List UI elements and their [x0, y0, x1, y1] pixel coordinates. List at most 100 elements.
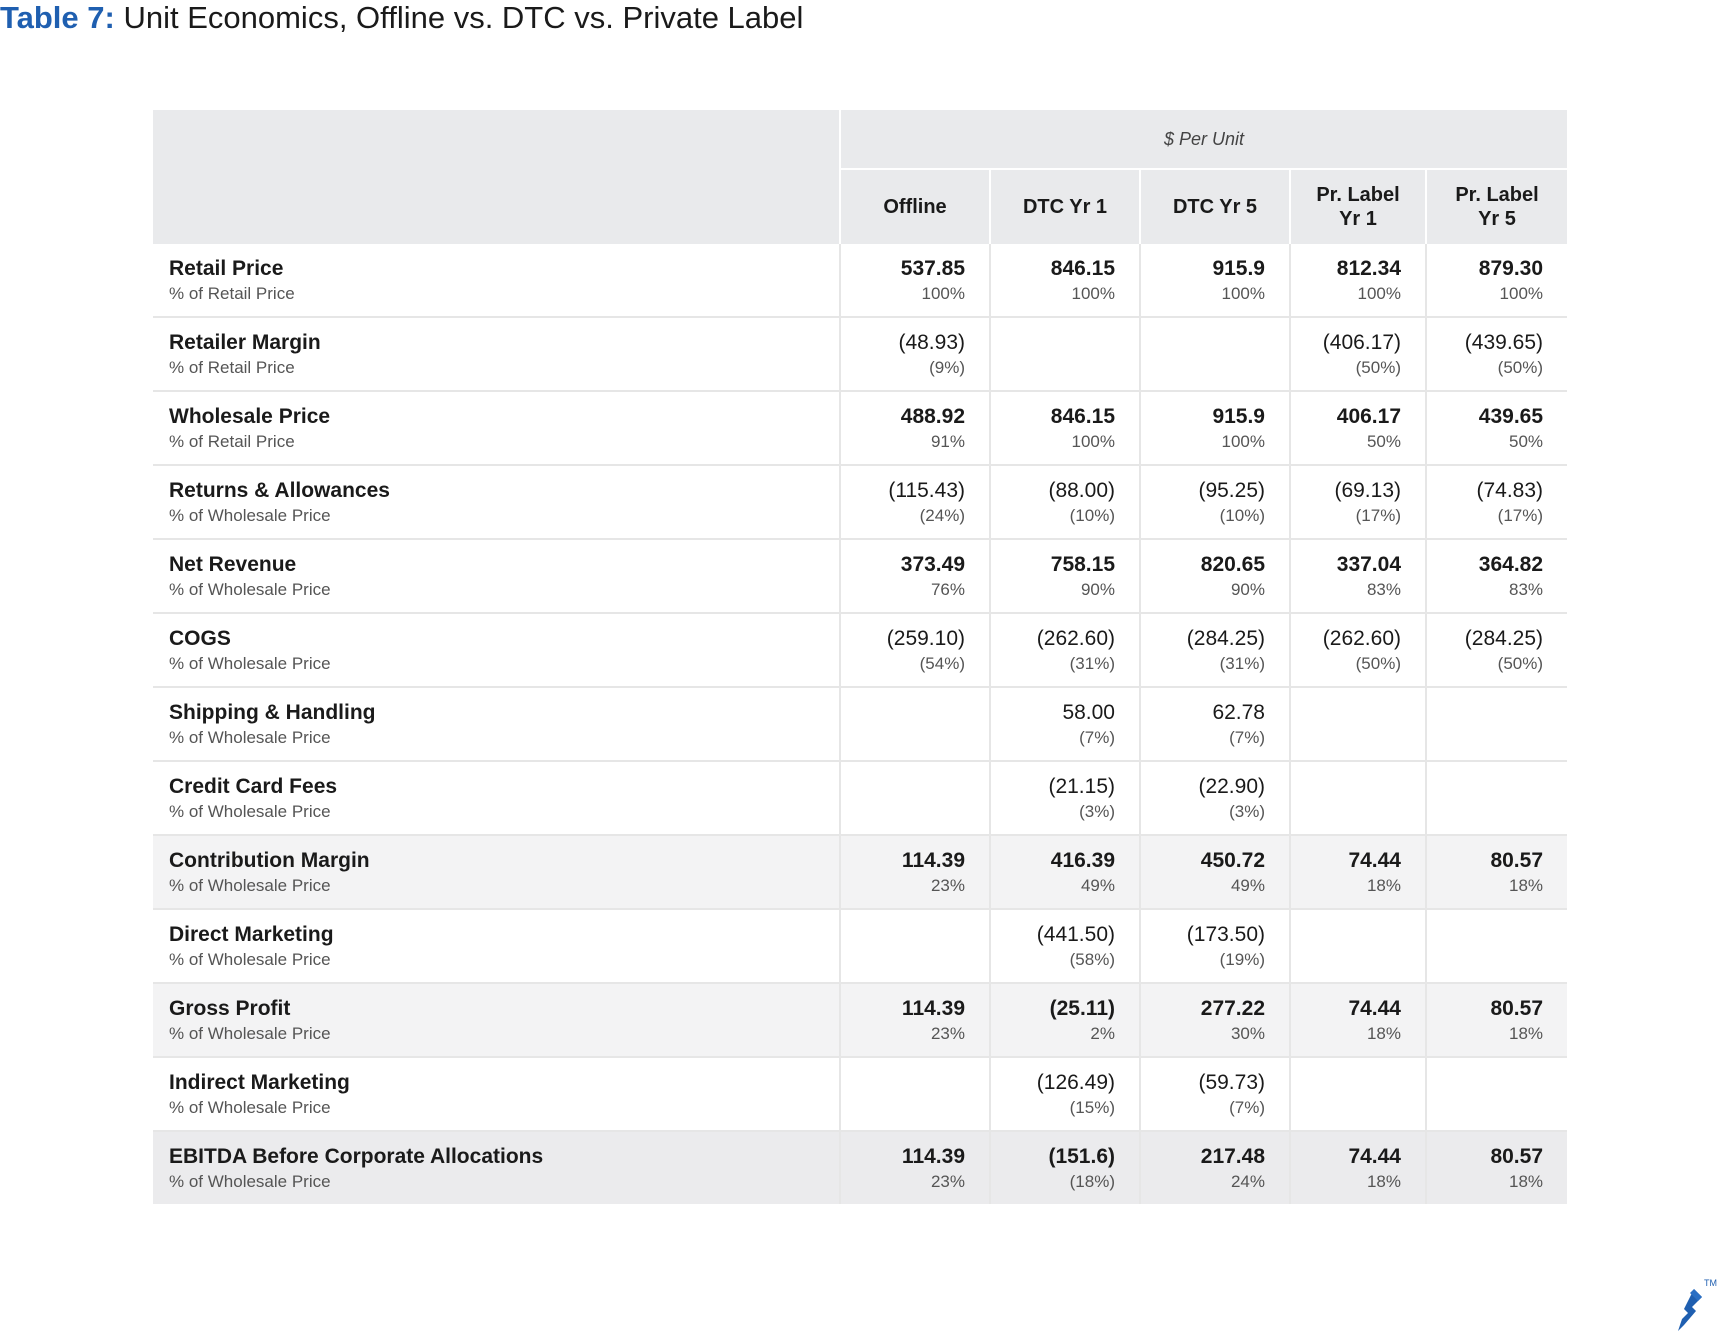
unit-economics-table: $ Per Unit Offline DTC Yr 1 DTC Yr 5 Pr. La…: [153, 110, 1568, 1204]
row-label-cell: EBITDA Before Corporate Allocations % of …: [153, 1132, 839, 1204]
value-cell: 915.9 100%: [1139, 244, 1289, 318]
value-cell: 74.44 18%: [1289, 1132, 1425, 1204]
cell-value: (22.90): [1198, 774, 1265, 798]
cell-value: 62.78: [1212, 700, 1265, 724]
value-cell: 58.00 (7%): [989, 688, 1139, 762]
value-cell: [839, 762, 989, 836]
cell-percent: 100%: [1221, 283, 1265, 303]
cell-value: (406.17): [1322, 330, 1401, 354]
table-row: Net Revenue % of Wholesale Price 373.49 76%…: [153, 540, 1568, 614]
row-label: Retailer Margin: [169, 330, 321, 354]
value-cell: (126.49) (15%): [989, 1058, 1139, 1132]
row-sublabel: % of Wholesale Price: [169, 949, 331, 969]
value-cell: [1289, 910, 1425, 984]
value-cell: (284.25) (50%): [1425, 614, 1568, 688]
cell-percent: (19%): [1219, 949, 1265, 969]
cell-value: 846.15: [1050, 404, 1115, 428]
cell-value: 373.49: [900, 552, 965, 576]
row-label-cell: Credit Card Fees % of Wholesale Price: [153, 762, 839, 836]
table-row: Returns & Allowances % of Wholesale Price…: [153, 466, 1568, 540]
cell-percent: (58%): [1069, 949, 1115, 969]
cell-value: 406.17: [1336, 404, 1401, 428]
cell-value: (59.73): [1198, 1070, 1265, 1094]
cell-percent: 90%: [1230, 579, 1265, 599]
cell-percent: 18%: [1366, 1023, 1401, 1043]
table-row: Wholesale Price % of Retail Price 488.92 91…: [153, 392, 1568, 466]
row-sublabel: % of Wholesale Price: [169, 505, 331, 525]
cell-percent: (3%): [1079, 801, 1115, 821]
value-cell: 846.15 100%: [989, 392, 1139, 466]
cell-value: 915.9: [1212, 256, 1265, 280]
column-header: Pr. Label Yr 1: [1289, 170, 1425, 244]
column-header-line1: Offline: [883, 196, 947, 218]
row-sublabel: % of Wholesale Price: [169, 653, 331, 673]
value-cell: 277.22 30%: [1139, 984, 1289, 1058]
cell-percent: (10%): [1069, 505, 1115, 525]
row-label-cell: Direct Marketing % of Wholesale Price: [153, 910, 839, 984]
cell-percent: 50%: [1366, 431, 1401, 451]
cell-percent: (50%): [1355, 357, 1401, 377]
value-cell: 337.04 83%: [1289, 540, 1425, 614]
row-sublabel: % of Wholesale Price: [169, 801, 331, 821]
row-sublabel: % of Wholesale Price: [169, 1171, 331, 1191]
row-label: Retail Price: [169, 256, 284, 280]
cell-percent: (7%): [1229, 1097, 1265, 1117]
cell-value: (259.10): [886, 626, 965, 650]
value-cell: (59.73) (7%): [1139, 1058, 1289, 1132]
cell-value: 364.82: [1478, 552, 1544, 576]
cell-percent: (17%): [1355, 505, 1401, 525]
value-cell: (21.15) (3%): [989, 762, 1139, 836]
cell-value: (284.25): [1464, 626, 1544, 650]
cell-percent: (10%): [1219, 505, 1265, 525]
value-cell: 758.15 90%: [989, 540, 1139, 614]
cell-value: (95.25): [1198, 478, 1265, 502]
cell-percent: (54%): [919, 653, 965, 673]
cell-value: (69.13): [1334, 478, 1401, 502]
cell-value: 80.57: [1490, 1144, 1544, 1168]
cell-value: 915.9: [1212, 404, 1265, 428]
row-label: Gross Profit: [169, 996, 291, 1020]
cell-value: 820.65: [1200, 552, 1265, 576]
row-sublabel: % of Wholesale Price: [169, 875, 331, 895]
cell-percent: (24%): [919, 505, 965, 525]
row-label: Shipping & Handling: [169, 700, 376, 724]
table-title: Table 7: Unit Economics, Offline vs. DTC…: [0, 2, 803, 34]
value-cell: [1425, 910, 1568, 984]
value-cell: 80.57 18%: [1425, 984, 1568, 1058]
value-cell: 114.39 23%: [839, 1132, 989, 1204]
row-sublabel: % of Retail Price: [169, 431, 295, 451]
column-header-line1: Pr. Label: [1316, 184, 1400, 206]
column-header: Pr. Label Yr 5: [1425, 170, 1568, 244]
table-row: Credit Card Fees % of Wholesale Price (21.…: [153, 762, 1568, 836]
value-cell: (74.83) (17%): [1425, 466, 1568, 540]
cell-percent: (9%): [929, 357, 965, 377]
row-label-cell: Gross Profit % of Wholesale Price: [153, 984, 839, 1058]
table-row: Shipping & Handling % of Wholesale Price 5…: [153, 688, 1568, 762]
cell-percent: 18%: [1508, 1023, 1544, 1043]
row-label-cell: Retailer Margin % of Retail Price: [153, 318, 839, 392]
value-cell: (284.25) (31%): [1139, 614, 1289, 688]
cell-value: 337.04: [1336, 552, 1401, 576]
cell-percent: 24%: [1230, 1171, 1265, 1191]
table-row: EBITDA Before Corporate Allocations % of …: [153, 1132, 1568, 1204]
group-header-per-unit: $ Per Unit: [839, 110, 1568, 170]
column-header-line2: Yr 5: [1478, 208, 1516, 230]
cell-value: 114.39: [901, 848, 965, 872]
row-label-cell: Net Revenue % of Wholesale Price: [153, 540, 839, 614]
cell-value: (25.11): [1049, 996, 1115, 1020]
row-sublabel: % of Wholesale Price: [169, 579, 331, 599]
cell-percent: (15%): [1069, 1097, 1115, 1117]
cell-value: (126.49): [1036, 1070, 1115, 1094]
value-cell: (173.50) (19%): [1139, 910, 1289, 984]
cell-percent: 18%: [1366, 1171, 1401, 1191]
column-header-line1: Pr. Label: [1455, 184, 1539, 206]
column-header: DTC Yr 5: [1139, 170, 1289, 244]
column-header-line1: DTC Yr 1: [1022, 196, 1108, 218]
row-sublabel: % of Wholesale Price: [169, 1097, 331, 1117]
value-cell: [839, 688, 989, 762]
value-cell: 406.17 50%: [1289, 392, 1425, 466]
cell-value: 450.72: [1200, 848, 1265, 872]
row-label: Contribution Margin: [169, 848, 370, 872]
column-header-line1: DTC Yr 5: [1172, 196, 1258, 218]
value-cell: [1289, 1058, 1425, 1132]
